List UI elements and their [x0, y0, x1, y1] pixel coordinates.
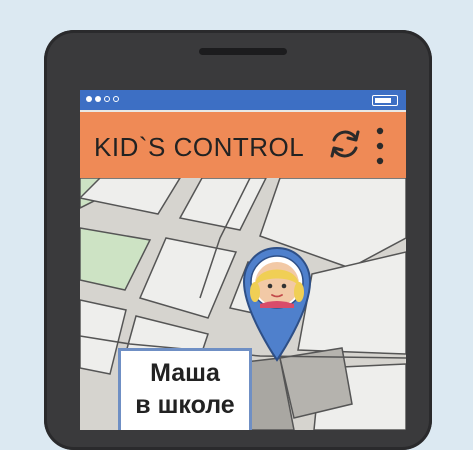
signal-dot: [104, 96, 110, 102]
app-title: KID`S CONTROL: [94, 132, 305, 162]
child-status-label: Маша в школе: [118, 348, 252, 430]
phone-speaker: [199, 48, 287, 55]
child-location-status: в школе: [135, 391, 235, 419]
battery-icon: [372, 95, 398, 106]
signal-dot: [113, 96, 119, 102]
child-name: Маша: [150, 359, 220, 387]
refresh-icon[interactable]: [328, 126, 362, 162]
signal-dot: [86, 96, 92, 102]
phone-screen: KID`S CONTROL Маша в школе: [80, 90, 406, 430]
more-vertical-icon[interactable]: [375, 126, 385, 166]
battery-level: [375, 97, 391, 103]
signal-dots: [86, 96, 119, 102]
signal-dot: [95, 96, 101, 102]
status-bar: [80, 90, 406, 110]
location-pin[interactable]: [242, 246, 312, 364]
app-bar: KID`S CONTROL: [80, 112, 406, 178]
